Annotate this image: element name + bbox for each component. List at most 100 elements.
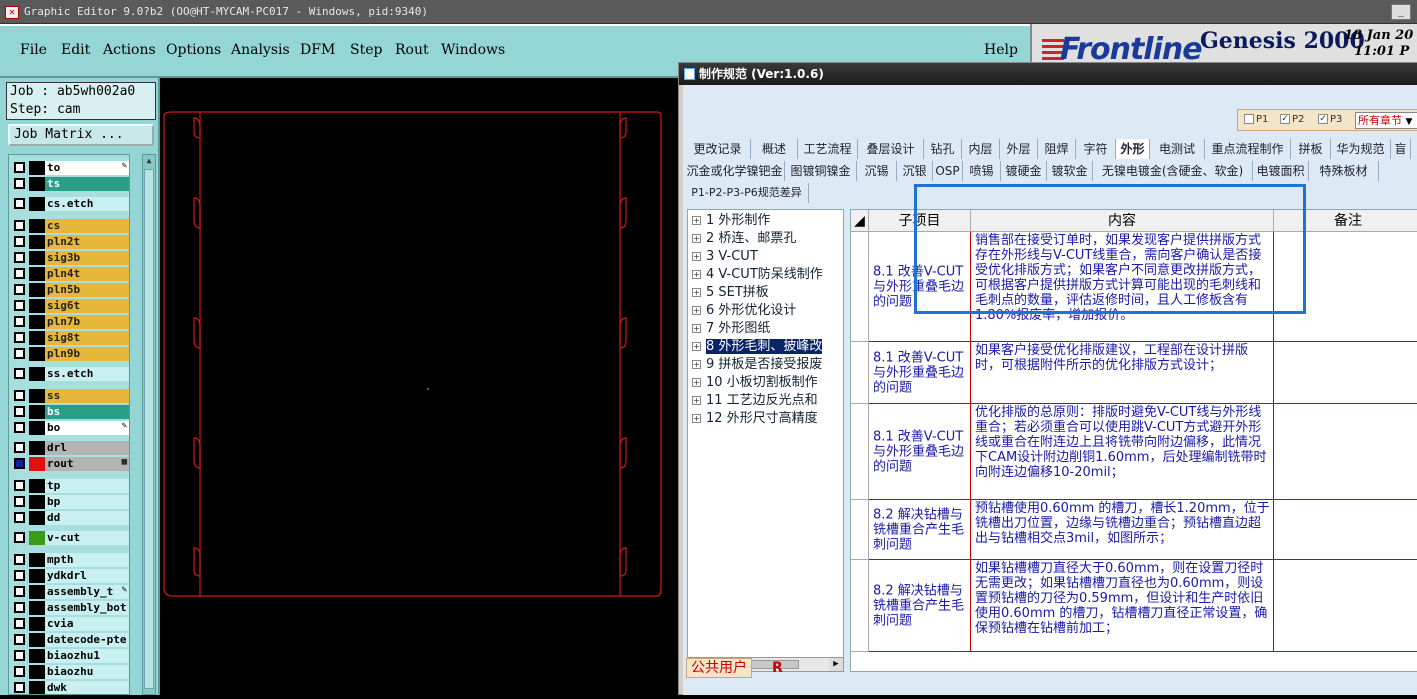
layer-row[interactable]: sig3b xyxy=(11,251,129,265)
layer-color-swatch[interactable] xyxy=(29,511,45,525)
layer-name[interactable]: biaozhu1 xyxy=(45,649,129,663)
cell-subitem[interactable]: 8.2 解决钻槽与铣槽重合产生毛刺问题 xyxy=(869,500,971,560)
expand-icon[interactable]: + xyxy=(692,306,701,315)
layer-color-swatch[interactable] xyxy=(29,161,45,175)
layer-row[interactable]: pln5b xyxy=(11,283,129,297)
layer-checkbox[interactable] xyxy=(14,570,25,581)
expand-icon[interactable]: + xyxy=(692,360,701,369)
layer-name[interactable]: to xyxy=(45,161,129,175)
layer-checkbox[interactable] xyxy=(14,316,25,327)
layer-row[interactable]: assembly_bot xyxy=(11,601,129,615)
layer-checkbox[interactable] xyxy=(14,368,25,379)
layer-row[interactable]: sig8t xyxy=(11,331,129,345)
layer-color-swatch[interactable] xyxy=(29,457,45,471)
layer-color-swatch[interactable] xyxy=(29,405,45,419)
layer-row[interactable]: cs.etch xyxy=(11,197,129,211)
tree-node[interactable]: +4 V-CUT防呆线制作 xyxy=(692,266,823,283)
layer-row[interactable]: v-cut xyxy=(11,531,129,545)
layer-name[interactable]: ydkdrl xyxy=(45,569,129,583)
layer-name[interactable]: dd xyxy=(45,511,129,525)
layer-color-swatch[interactable] xyxy=(29,553,45,567)
tab-item[interactable]: 更改记录 xyxy=(685,139,751,159)
layer-row[interactable]: mpth xyxy=(11,553,129,567)
layer-color-swatch[interactable] xyxy=(29,331,45,345)
expand-icon[interactable]: + xyxy=(692,378,701,387)
layer-row[interactable]: datecode-pte xyxy=(11,633,129,647)
tab-item[interactable]: 图镀铜镍金 xyxy=(785,161,857,181)
layer-color-swatch[interactable] xyxy=(29,601,45,615)
layer-color-swatch[interactable] xyxy=(29,617,45,631)
menu-windows[interactable]: Windows xyxy=(441,42,505,58)
layer-row[interactable]: biaozhu1 xyxy=(11,649,129,663)
tree-node-label[interactable]: 11 工艺边反光点和 xyxy=(706,393,818,408)
tab-item[interactable]: 钻孔 xyxy=(924,139,962,159)
layer-name[interactable]: tp xyxy=(45,479,129,493)
p3-checkbox[interactable]: ✓ P3 xyxy=(1318,114,1342,125)
layer-color-swatch[interactable] xyxy=(29,389,45,403)
expand-icon[interactable]: + xyxy=(692,288,701,297)
cell-content[interactable]: 如果客户接受优化排版建议，工程部在设计拼版时，可根据附件所示的优化排版方式设计； xyxy=(971,342,1274,404)
layer-checkbox[interactable] xyxy=(14,284,25,295)
layer-row[interactable]: pln7b xyxy=(11,315,129,329)
layer-color-swatch[interactable] xyxy=(29,267,45,281)
menu-file[interactable]: File xyxy=(20,42,47,58)
tree-node-label[interactable]: 5 SET拼板 xyxy=(706,285,769,300)
layer-name[interactable]: datecode-pte xyxy=(45,633,129,647)
tab-item[interactable]: 电镀面积 xyxy=(1253,161,1309,181)
layer-name[interactable]: sig6t xyxy=(45,299,129,313)
layer-color-swatch[interactable] xyxy=(29,251,45,265)
menu-rout[interactable]: Rout xyxy=(395,42,429,58)
menu-dfm[interactable]: DFM xyxy=(300,42,335,58)
cell-content[interactable]: 优化排版的总原则：排版时避免V-CUT线与外形线重合；若必须重合可以使用跳V-C… xyxy=(971,404,1274,500)
layer-checkbox[interactable] xyxy=(14,178,25,189)
layer-scrollbar[interactable]: ▲ xyxy=(142,154,156,695)
expand-icon[interactable]: + xyxy=(692,324,701,333)
tree-node-label[interactable]: 8 外形毛刺、披峰改 xyxy=(706,339,823,354)
tree-node-label[interactable]: 1 外形制作 xyxy=(706,213,770,228)
layer-checkbox[interactable] xyxy=(14,442,25,453)
layer-checkbox[interactable] xyxy=(14,512,25,523)
tree-node-label[interactable]: 7 外形图纸 xyxy=(706,321,770,336)
cell-subitem[interactable]: 8.1 改善V-CUT与外形重叠毛边的问题 xyxy=(869,342,971,404)
layer-color-swatch[interactable] xyxy=(29,197,45,211)
graphics-canvas[interactable] xyxy=(160,78,680,695)
layer-color-swatch[interactable] xyxy=(29,177,45,191)
layer-name[interactable]: pln2t xyxy=(45,235,129,249)
tree-node-label[interactable]: 4 V-CUT防呆线制作 xyxy=(706,267,823,282)
tree-node[interactable]: +8 外形毛刺、披峰改 xyxy=(692,338,823,355)
layer-row[interactable]: ss xyxy=(11,389,129,403)
layer-checkbox[interactable] xyxy=(14,162,25,173)
tree-node-label[interactable]: 9 拼板是否接受报废 xyxy=(706,357,822,372)
tab-item[interactable]: P1-P2-P3-P6规范差异 xyxy=(685,183,809,203)
p1-checkbox[interactable]: P1 xyxy=(1244,114,1268,125)
layer-name[interactable]: cs.etch xyxy=(45,197,129,211)
layer-row[interactable]: pln4t xyxy=(11,267,129,281)
layer-row[interactable]: bo ✎ xyxy=(11,421,129,435)
tree-node[interactable]: +9 拼板是否接受报废 xyxy=(692,356,822,373)
layer-name[interactable]: biaozhu xyxy=(45,665,129,679)
layer-color-swatch[interactable] xyxy=(29,681,45,694)
layer-checkbox[interactable] xyxy=(14,332,25,343)
cell-content[interactable]: 预钻槽使用0.60mm 的槽刀，槽长1.20mm，位于铣槽出刀位置，边缘与铣槽边… xyxy=(971,500,1274,560)
layer-row[interactable]: tp xyxy=(11,479,129,493)
layer-name[interactable]: mpth xyxy=(45,553,129,567)
layer-row[interactable]: cs xyxy=(11,219,129,233)
layer-name[interactable]: cs xyxy=(45,219,129,233)
menu-actions[interactable]: Actions xyxy=(103,42,156,58)
layer-color-swatch[interactable] xyxy=(29,633,45,647)
scroll-up-icon[interactable]: ▲ xyxy=(144,156,154,166)
tab-item[interactable]: 盲 xyxy=(1391,139,1411,159)
layer-row[interactable]: drl xyxy=(11,441,129,455)
layer-name[interactable]: cvia xyxy=(45,617,129,631)
layer-name[interactable]: assembly_t xyxy=(45,585,129,599)
tree-node-label[interactable]: 3 V-CUT xyxy=(706,249,758,264)
tab-item[interactable]: 镀硬金 xyxy=(1001,161,1047,181)
layer-name[interactable]: ss xyxy=(45,389,129,403)
menu-analysis[interactable]: Analysis xyxy=(231,42,290,58)
tab-item[interactable]: 拼板 xyxy=(1291,139,1331,159)
tree-node[interactable]: +5 SET拼板 xyxy=(692,284,769,301)
scroll-thumb[interactable] xyxy=(144,169,154,689)
expand-icon[interactable]: + xyxy=(692,234,701,243)
tab-item[interactable]: 沉银 xyxy=(897,161,933,181)
expand-icon[interactable]: + xyxy=(692,252,701,261)
